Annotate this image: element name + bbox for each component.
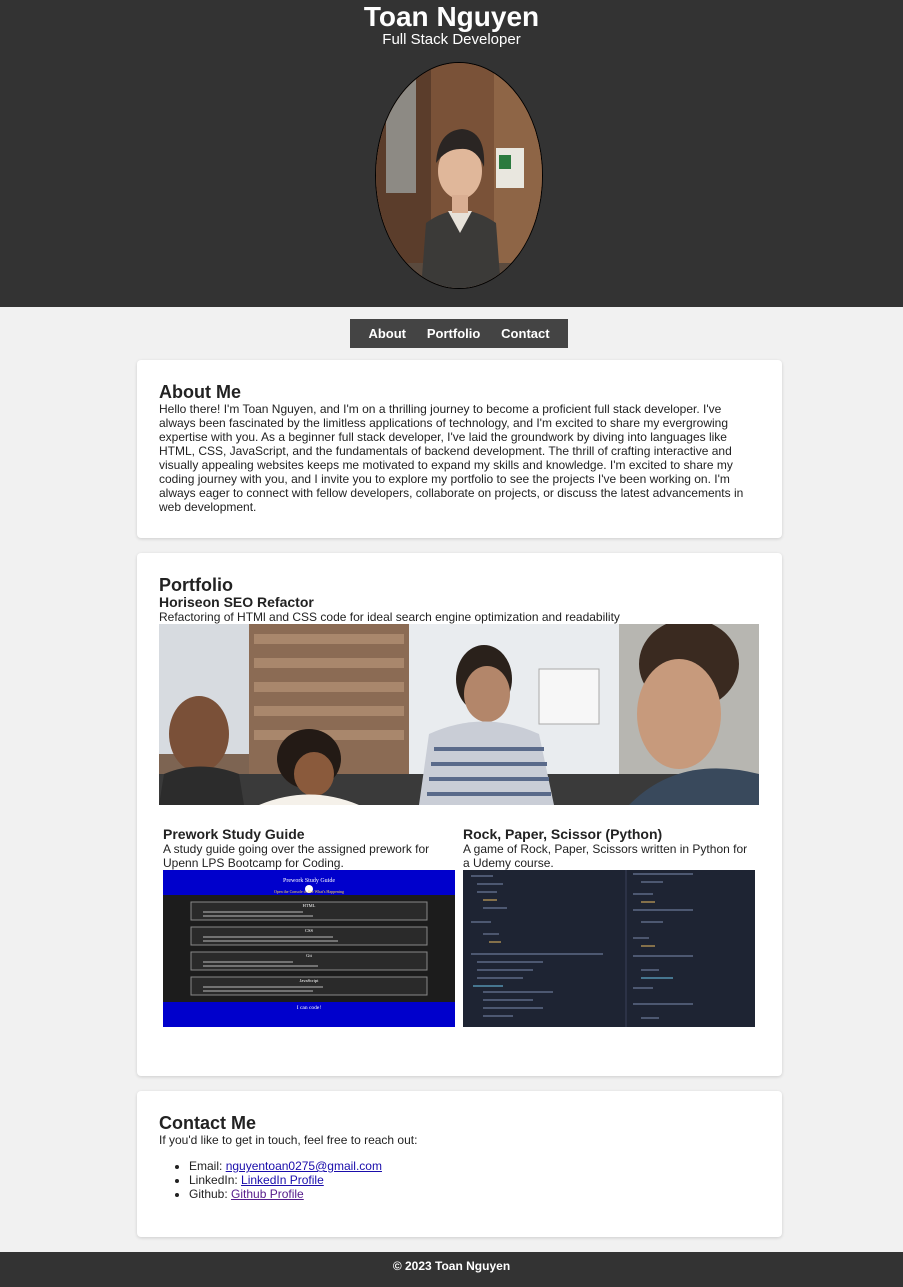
prework-thumb-section-javascript: JavaScript	[300, 978, 319, 983]
site-title: Toan Nguyen	[363, 1, 540, 32]
contact-email-item: Email: nguyentoan0275@gmail.com	[189, 1159, 760, 1173]
contact-github-item: Github: Github Profile	[189, 1187, 760, 1201]
project-description: A game of Rock, Paper, Scissors written …	[463, 842, 748, 870]
portfolio-heading: Portfolio	[159, 575, 233, 595]
contact-label: LinkedIn:	[189, 1173, 242, 1187]
prework-thumb-section-git: Git	[306, 953, 313, 958]
prework-thumb-console-note: Open the Console to See What's Happening	[274, 889, 344, 894]
project-horiseon[interactable]: Horiseon SEO Refactor Refactoring of HTM…	[159, 595, 760, 805]
contact-intro: If you'd like to get in touch, feel free…	[159, 1133, 418, 1147]
email-link[interactable]: nguyentoan0275@gmail.com	[226, 1159, 382, 1173]
rps-code-thumbnail[interactable]	[463, 870, 755, 1027]
nav-link-about[interactable]: About	[368, 326, 406, 341]
prework-thumb-section-html: HTML	[303, 903, 316, 908]
main-nav: About Portfolio Contact	[350, 319, 568, 348]
project-title: Prework Study Guide	[163, 826, 305, 842]
project-title: Horiseon SEO Refactor	[159, 594, 314, 610]
contact-label: Github:	[189, 1187, 232, 1201]
contact-heading: Contact Me	[159, 1113, 257, 1133]
about-text: Hello there! I'm Toan Nguyen, and I'm on…	[159, 402, 744, 514]
site-subtitle: Full Stack Developer	[382, 31, 521, 48]
prework-thumbnail[interactable]: Prework Study Guide Open the Console to …	[163, 870, 455, 1027]
about-section: About Me Hello there! I'm Toan Nguyen, a…	[137, 360, 782, 538]
github-link[interactable]: Github Profile	[231, 1187, 304, 1201]
project-title: Rock, Paper, Scissor (Python)	[463, 826, 663, 842]
project-description: A study guide going over the assigned pr…	[163, 842, 430, 870]
project-grid: Prework Study Guide A study guide going …	[159, 827, 760, 1027]
prework-thumb-section-css: CSS	[305, 928, 314, 933]
contact-list: Email: nguyentoan0275@gmail.com LinkedIn…	[159, 1159, 760, 1201]
about-heading: About Me	[159, 382, 241, 402]
contact-section: Contact Me If you'd like to get in touch…	[137, 1091, 782, 1237]
contact-linkedin-item: LinkedIn: LinkedIn Profile	[189, 1173, 760, 1187]
profile-photo	[375, 62, 543, 289]
portfolio-section: Portfolio Horiseon SEO Refactor Refactor…	[137, 553, 782, 1076]
project-description: Refactoring of HTMl and CSS code for ide…	[159, 610, 620, 624]
linkedin-link[interactable]: LinkedIn Profile	[241, 1173, 324, 1187]
prework-thumb-footer: I can code!	[297, 1005, 322, 1011]
project-rps[interactable]: Rock, Paper, Scissor (Python) A game of …	[463, 827, 755, 1027]
horiseon-team-image[interactable]	[159, 624, 759, 805]
prework-thumb-heading: Prework Study Guide	[283, 878, 335, 884]
site-footer: © 2023 Toan Nguyen	[0, 1252, 903, 1287]
nav-link-contact[interactable]: Contact	[501, 326, 549, 341]
nav-link-portfolio[interactable]: Portfolio	[427, 326, 480, 341]
profile-photo-illustration	[376, 63, 542, 288]
contact-label: Email:	[189, 1159, 226, 1173]
project-prework[interactable]: Prework Study Guide A study guide going …	[163, 827, 455, 1027]
site-header: Toan Nguyen Full Stack Developer	[0, 0, 903, 307]
